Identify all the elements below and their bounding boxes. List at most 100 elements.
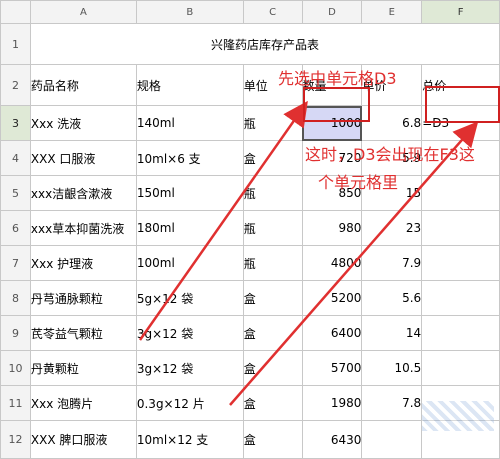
column-header-f[interactable]: F — [421, 0, 500, 24]
row-header-1[interactable]: 1 — [0, 23, 31, 65]
cell-name[interactable]: 丹黄颗粒 — [29, 350, 137, 386]
cell-price[interactable]: 5.9 — [361, 140, 423, 176]
cell-spec[interactable]: 140ml — [135, 105, 244, 141]
table-row: 10 丹黄颗粒 3g×12 袋盒 5700 10.5 — [0, 350, 500, 386]
column-header-d[interactable]: D — [301, 0, 363, 24]
header-cell-total[interactable]: 总价 — [421, 64, 500, 106]
cell-price[interactable]: 7.9 — [361, 245, 423, 281]
column-header-b[interactable]: B — [135, 0, 244, 24]
cell-name[interactable]: Xxx 泡腾片 — [29, 385, 137, 421]
row-header[interactable]: 7 — [0, 245, 31, 281]
row-1: 1 兴隆药店库存产品表 — [0, 23, 500, 65]
row-header[interactable]: 12 — [0, 420, 31, 459]
cell-spec[interactable]: 150ml — [135, 175, 244, 211]
cell-name[interactable]: 丹芎通脉颗粒 — [29, 280, 137, 316]
cell-qty[interactable]: 980 — [301, 210, 363, 246]
cell-spec[interactable]: 10ml×6 支 — [135, 140, 244, 176]
cell-qty[interactable]: 6430 — [301, 420, 363, 459]
row-2: 2 药品名称 规格 单位 数量 单价 总价 — [0, 64, 500, 106]
cell-price[interactable]: 5.6 — [361, 280, 423, 316]
cell-price[interactable]: 6.8 — [361, 105, 423, 141]
header-cell-unit[interactable]: 单位 — [242, 64, 303, 106]
data-rows: 3 Xxx 洗液 140ml 瓶 1000 6.8 =D3 4 XXX 口服液 10ml×6 支盒… — [0, 105, 500, 459]
spreadsheet-grid: A B C D E F 1 兴隆药店库存产品表 2 药品名称 规格 单位 数量 … — [0, 0, 500, 459]
cell-qty[interactable]: 6400 — [301, 315, 363, 351]
cell-d3-selected[interactable]: 1000 — [301, 105, 363, 141]
sheet-title-cell[interactable]: 兴隆药店库存产品表 — [29, 23, 500, 65]
cell-spec[interactable]: 0.3g×12 片 — [135, 385, 244, 421]
header-cell-qty[interactable]: 数量 — [301, 64, 363, 106]
cell-unit[interactable]: 盒 — [242, 420, 303, 459]
cell-name[interactable]: XXX 口服液 — [29, 140, 137, 176]
cell-total[interactable] — [421, 280, 500, 316]
cell-price[interactable]: 15 — [361, 175, 423, 211]
column-header-row: A B C D E F — [0, 0, 500, 24]
cell-name[interactable]: xxx草本抑菌洗液 — [29, 210, 137, 246]
cell-spec[interactable]: 3g×12 袋 — [135, 315, 244, 351]
cell-name[interactable]: Xxx 护理液 — [29, 245, 137, 281]
row-header-2[interactable]: 2 — [0, 64, 31, 106]
column-header-a[interactable]: A — [29, 0, 137, 24]
cell-f3-formula[interactable]: =D3 — [421, 105, 500, 141]
row-header[interactable]: 5 — [0, 175, 31, 211]
column-header-c[interactable]: C — [242, 0, 303, 24]
cell-qty[interactable]: 5200 — [301, 280, 363, 316]
cell-unit[interactable]: 盒 — [242, 350, 303, 386]
cell-name[interactable]: 芪苓益气颗粒 — [29, 315, 137, 351]
cell-unit[interactable]: 瓶 — [242, 210, 303, 246]
cell-price[interactable]: 14 — [361, 315, 423, 351]
table-row: 3 Xxx 洗液 140ml 瓶 1000 6.8 =D3 — [0, 105, 500, 141]
column-header-e[interactable]: E — [361, 0, 423, 24]
cell-spec[interactable]: 180ml — [135, 210, 244, 246]
cell-total[interactable] — [421, 350, 500, 386]
row-header[interactable]: 8 — [0, 280, 31, 316]
table-row: 5 xxx洁齦含漱液 150ml 瓶 850 15 — [0, 175, 500, 211]
cell-total[interactable] — [421, 420, 500, 459]
cell-qty[interactable]: 5700 — [301, 350, 363, 386]
cell-unit[interactable]: 盒 — [242, 385, 303, 421]
row-header[interactable]: 10 — [0, 350, 31, 386]
cell-total[interactable] — [421, 245, 500, 281]
header-cell-name[interactable]: 药品名称 — [29, 64, 137, 106]
cell-total[interactable] — [421, 210, 500, 246]
row-header[interactable]: 6 — [0, 210, 31, 246]
cell-unit[interactable]: 瓶 — [242, 105, 303, 141]
cell-unit[interactable]: 盒 — [242, 280, 303, 316]
cell-unit[interactable]: 盒 — [242, 315, 303, 351]
cell-name[interactable]: xxx洁齦含漱液 — [29, 175, 137, 211]
cell-spec[interactable]: 10ml×12 支 — [135, 420, 244, 459]
cell-unit[interactable]: 瓶 — [242, 175, 303, 211]
cell-price[interactable]: 23 — [361, 210, 423, 246]
cell-spec[interactable]: 3g×12 袋 — [135, 350, 244, 386]
cell-total[interactable] — [421, 140, 500, 176]
table-row: 4 XXX 口服液 10ml×6 支盒 720 5.9 — [0, 140, 500, 176]
cell-qty[interactable]: 4800 — [301, 245, 363, 281]
cell-price[interactable] — [361, 420, 423, 459]
cell-spec[interactable]: 5g×12 袋 — [135, 280, 244, 316]
row-header[interactable]: 4 — [0, 140, 31, 176]
cell-unit[interactable]: 瓶 — [242, 245, 303, 281]
cell-unit[interactable]: 盒 — [242, 140, 303, 176]
cell-total[interactable] — [421, 315, 500, 351]
cell-price[interactable]: 7.8 — [361, 385, 423, 421]
table-row: 11 Xxx 泡腾片 0.3g×12 片盒 1980 7.8 — [0, 385, 500, 421]
header-cell-price[interactable]: 单价 — [361, 64, 423, 106]
cell-qty[interactable]: 850 — [301, 175, 363, 211]
header-cell-spec[interactable]: 规格 — [135, 64, 244, 106]
select-all-corner[interactable] — [0, 0, 31, 24]
table-row: 12 XXX 脾口服液 10ml×12 支盒 6430 — [0, 420, 500, 459]
cell-qty[interactable]: 720 — [301, 140, 363, 176]
row-header[interactable]: 3 — [0, 105, 31, 141]
cell-qty[interactable]: 1980 — [301, 385, 363, 421]
cell-total[interactable] — [421, 175, 500, 211]
table-row: 8 丹芎通脉颗粒 5g×12 袋盒 5200 5.6 — [0, 280, 500, 316]
cell-spec[interactable]: 100ml — [135, 245, 244, 281]
row-header[interactable]: 9 — [0, 315, 31, 351]
table-row: 7 Xxx 护理液 100ml 瓶 4800 7.9 — [0, 245, 500, 281]
table-row: 6 xxx草本抑菌洗液 180ml 瓶 980 23 — [0, 210, 500, 246]
cell-total[interactable] — [421, 385, 500, 421]
cell-price[interactable]: 10.5 — [361, 350, 423, 386]
row-header[interactable]: 11 — [0, 385, 31, 421]
cell-name[interactable]: XXX 脾口服液 — [29, 420, 137, 459]
cell-name[interactable]: Xxx 洗液 — [29, 105, 137, 141]
